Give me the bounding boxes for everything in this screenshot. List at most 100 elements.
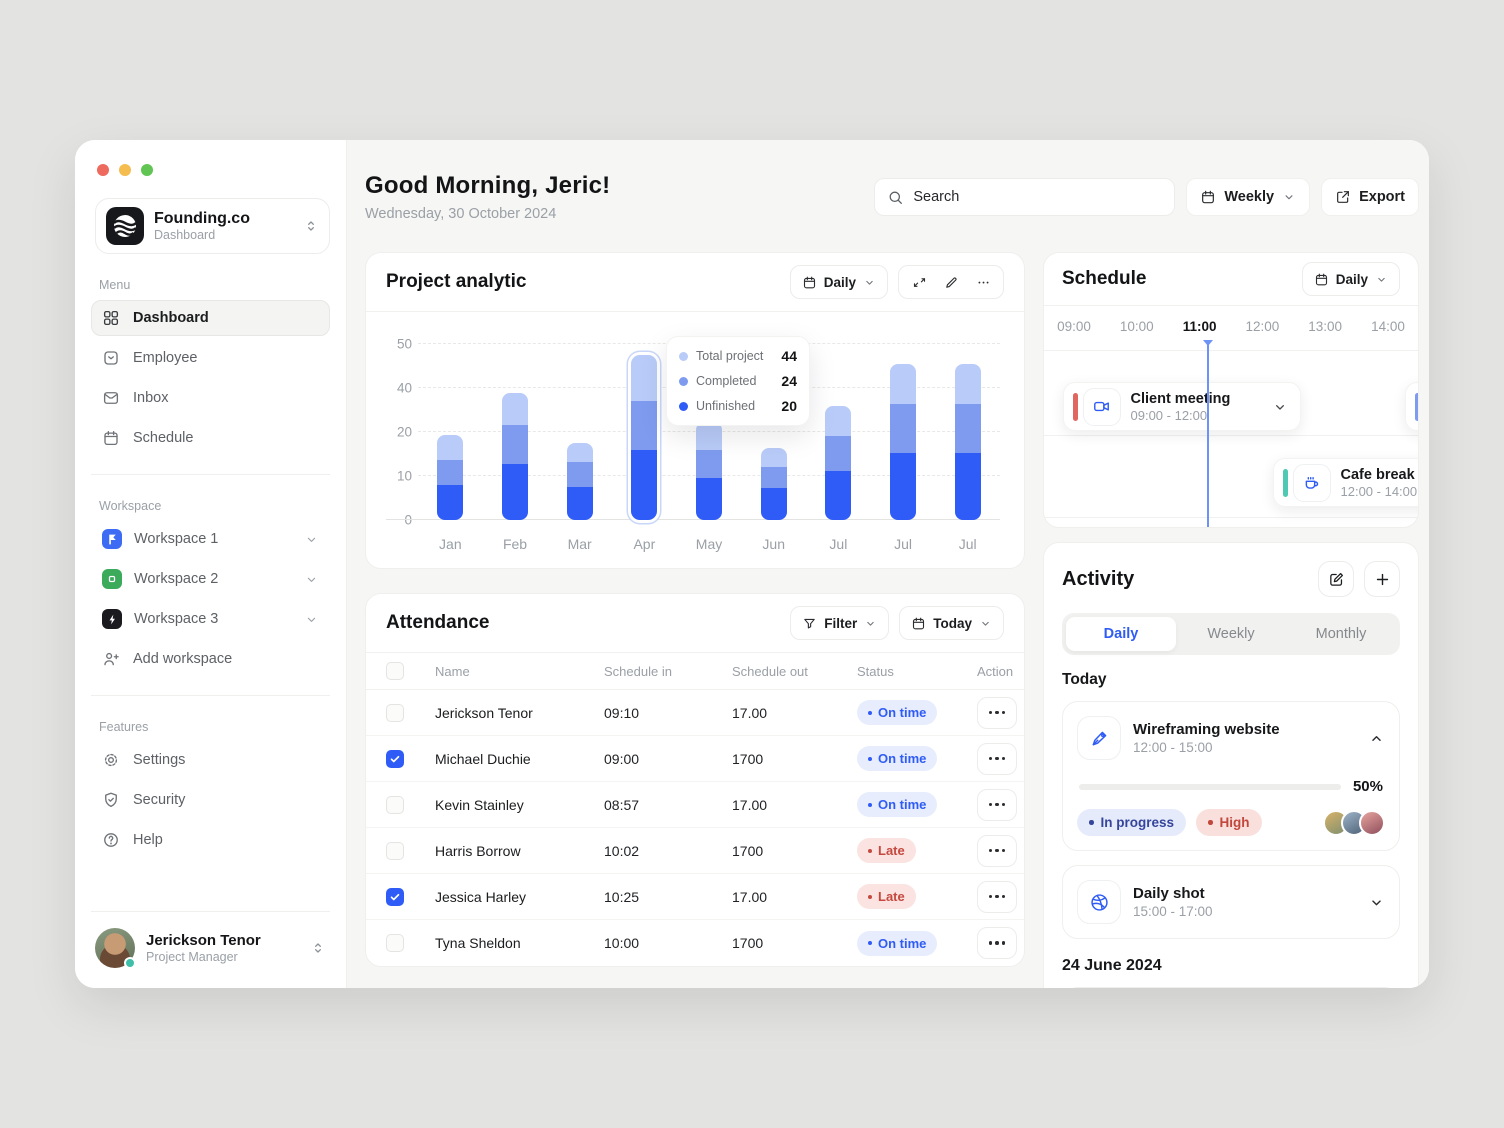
analytics-period-dropdown[interactable]: Daily (790, 265, 888, 299)
x-axis-label: Jul (806, 536, 871, 552)
sidebar-item-label: Settings (133, 752, 185, 768)
chevron-up-icon[interactable] (1368, 730, 1385, 747)
filter-label: Filter (824, 616, 857, 631)
schedule-event-partial[interactable] (1405, 382, 1419, 431)
status-badge: Late (857, 884, 916, 909)
sidebar-item-workspace-3[interactable]: Workspace 3 (91, 601, 330, 637)
time-label: 09:00 (1052, 319, 1096, 334)
more-options-button[interactable] (969, 268, 997, 296)
sidebar-item-schedule[interactable]: Schedule (91, 420, 330, 456)
schedule-out-time: 1700 (719, 843, 844, 859)
x-axis-label: Jul (871, 536, 936, 552)
schedule-event-cafe-break[interactable]: Cafe break 12:00 - 14:00 (1273, 458, 1419, 507)
edit-button[interactable] (937, 268, 965, 296)
range-select-button[interactable]: Weekly (1186, 178, 1310, 216)
tab-weekly[interactable]: Weekly (1176, 617, 1286, 651)
online-status-dot (124, 957, 136, 969)
row-actions-button[interactable] (977, 835, 1017, 867)
employee-name: Tyna Sheldon (422, 935, 591, 951)
row-checkbox[interactable] (386, 934, 404, 952)
sidebar-item-security[interactable]: Security (91, 782, 330, 818)
select-all-checkbox[interactable] (386, 662, 404, 680)
table-row: Jessica Harley10:2517.00Late (366, 874, 1024, 920)
page-header: Good Morning, Jeric! Wednesday, 30 Octob… (365, 172, 1419, 222)
org-switcher[interactable]: Founding.co Dashboard (95, 198, 330, 254)
column-status: Status (844, 664, 977, 679)
schedule-event-client-meeting[interactable]: Client meeting 09:00 - 12:00 (1063, 382, 1301, 431)
add-workspace-button[interactable]: Add workspace (91, 641, 330, 677)
row-actions-button[interactable] (977, 697, 1017, 729)
activity-title: Activity (1062, 568, 1134, 591)
row-actions-button[interactable] (977, 927, 1017, 959)
row-actions-button[interactable] (977, 881, 1017, 913)
window-control-dot[interactable] (141, 164, 153, 176)
chevron-down-icon[interactable] (1272, 399, 1288, 415)
page-title: Good Morning, Jeric! (365, 172, 610, 200)
filter-button[interactable]: Filter (790, 606, 889, 640)
window-controls[interactable] (75, 140, 346, 176)
row-checkbox-checked[interactable] (386, 750, 404, 768)
x-axis-label: Mar (547, 536, 612, 552)
bar-jun-5[interactable] (761, 448, 787, 520)
sidebar-item-dashboard[interactable]: Dashboard (91, 300, 330, 336)
user-avatar (95, 928, 135, 968)
sidebar-item-employee[interactable]: Employee (91, 340, 330, 376)
bar-jan-0[interactable] (437, 435, 463, 520)
activity-card: Activity DailyWeeklyMonthly Today (1043, 542, 1419, 988)
tab-monthly[interactable]: Monthly (1286, 617, 1396, 651)
tab-daily[interactable]: Daily (1066, 617, 1176, 651)
range-label: Weekly (1224, 189, 1274, 205)
sidebar-item-help[interactable]: Help (91, 822, 330, 858)
window-control-dot[interactable] (97, 164, 109, 176)
chevron-down-icon[interactable] (1368, 894, 1385, 911)
time-label: 11:00 (1178, 319, 1222, 334)
search-input[interactable] (913, 189, 1162, 205)
sidebar-item-inbox[interactable]: Inbox (91, 380, 330, 416)
sidebar-item-settings[interactable]: Settings (91, 742, 330, 778)
time-label: 13:00 (1303, 319, 1347, 334)
time-label: 12:00 (1240, 319, 1284, 334)
person-plus-icon (102, 650, 121, 669)
workspace-section-label: Workspace (99, 499, 346, 513)
bar-jul-8[interactable] (955, 364, 981, 520)
badge-in-progress: In progress (1077, 809, 1186, 836)
compose-button[interactable] (1318, 561, 1354, 597)
dribbble-icon (1077, 880, 1121, 924)
main-menu: Dashboard Employee Inbox Schedule (75, 300, 346, 456)
bar-may-4[interactable] (696, 422, 722, 520)
menu-section-label: Menu (99, 278, 346, 292)
user-menu[interactable]: Jerickson Tenor Project Manager (91, 911, 330, 988)
export-button[interactable]: Export (1321, 178, 1419, 216)
schedule-card: Schedule Daily 09: (1043, 252, 1419, 528)
window-control-dot[interactable] (119, 164, 131, 176)
row-actions-button[interactable] (977, 789, 1017, 821)
row-checkbox-checked[interactable] (386, 888, 404, 906)
event-title: Cafe break (1341, 466, 1418, 484)
row-checkbox[interactable] (386, 842, 404, 860)
bar-jul-7[interactable] (890, 364, 916, 520)
expand-button[interactable] (905, 268, 933, 296)
row-actions-button[interactable] (977, 743, 1017, 775)
export-label: Export (1359, 189, 1405, 205)
shield-icon (102, 791, 121, 810)
add-activity-button[interactable] (1364, 561, 1400, 597)
bar-feb-1[interactable] (502, 393, 528, 520)
inbox-icon (102, 389, 121, 408)
app-window: Founding.co Dashboard Menu Dashboard Empl… (75, 140, 1429, 988)
schedule-period-dropdown[interactable]: Daily (1302, 262, 1400, 296)
bar-mar-2[interactable] (567, 443, 593, 520)
sidebar-item-workspace-1[interactable]: Workspace 1 (91, 521, 330, 557)
stacked-bar-chart: 504020100 Total project44Completed24Unfi… (366, 312, 1024, 526)
row-checkbox[interactable] (386, 796, 404, 814)
bar-apr-3[interactable] (631, 355, 657, 520)
attendance-date-dropdown[interactable]: Today (899, 606, 1004, 640)
bar-jul-6[interactable] (825, 406, 851, 520)
sidebar: Founding.co Dashboard Menu Dashboard Empl… (75, 140, 347, 988)
bar-segment-completed (955, 404, 981, 453)
x-axis-label: Apr (612, 536, 677, 552)
sidebar-item-label: Inbox (133, 390, 168, 406)
analytics-title: Project analytic (386, 271, 526, 293)
row-checkbox[interactable] (386, 704, 404, 722)
sidebar-item-workspace-2[interactable]: Workspace 2 (91, 561, 330, 597)
search-bar[interactable] (874, 178, 1175, 216)
